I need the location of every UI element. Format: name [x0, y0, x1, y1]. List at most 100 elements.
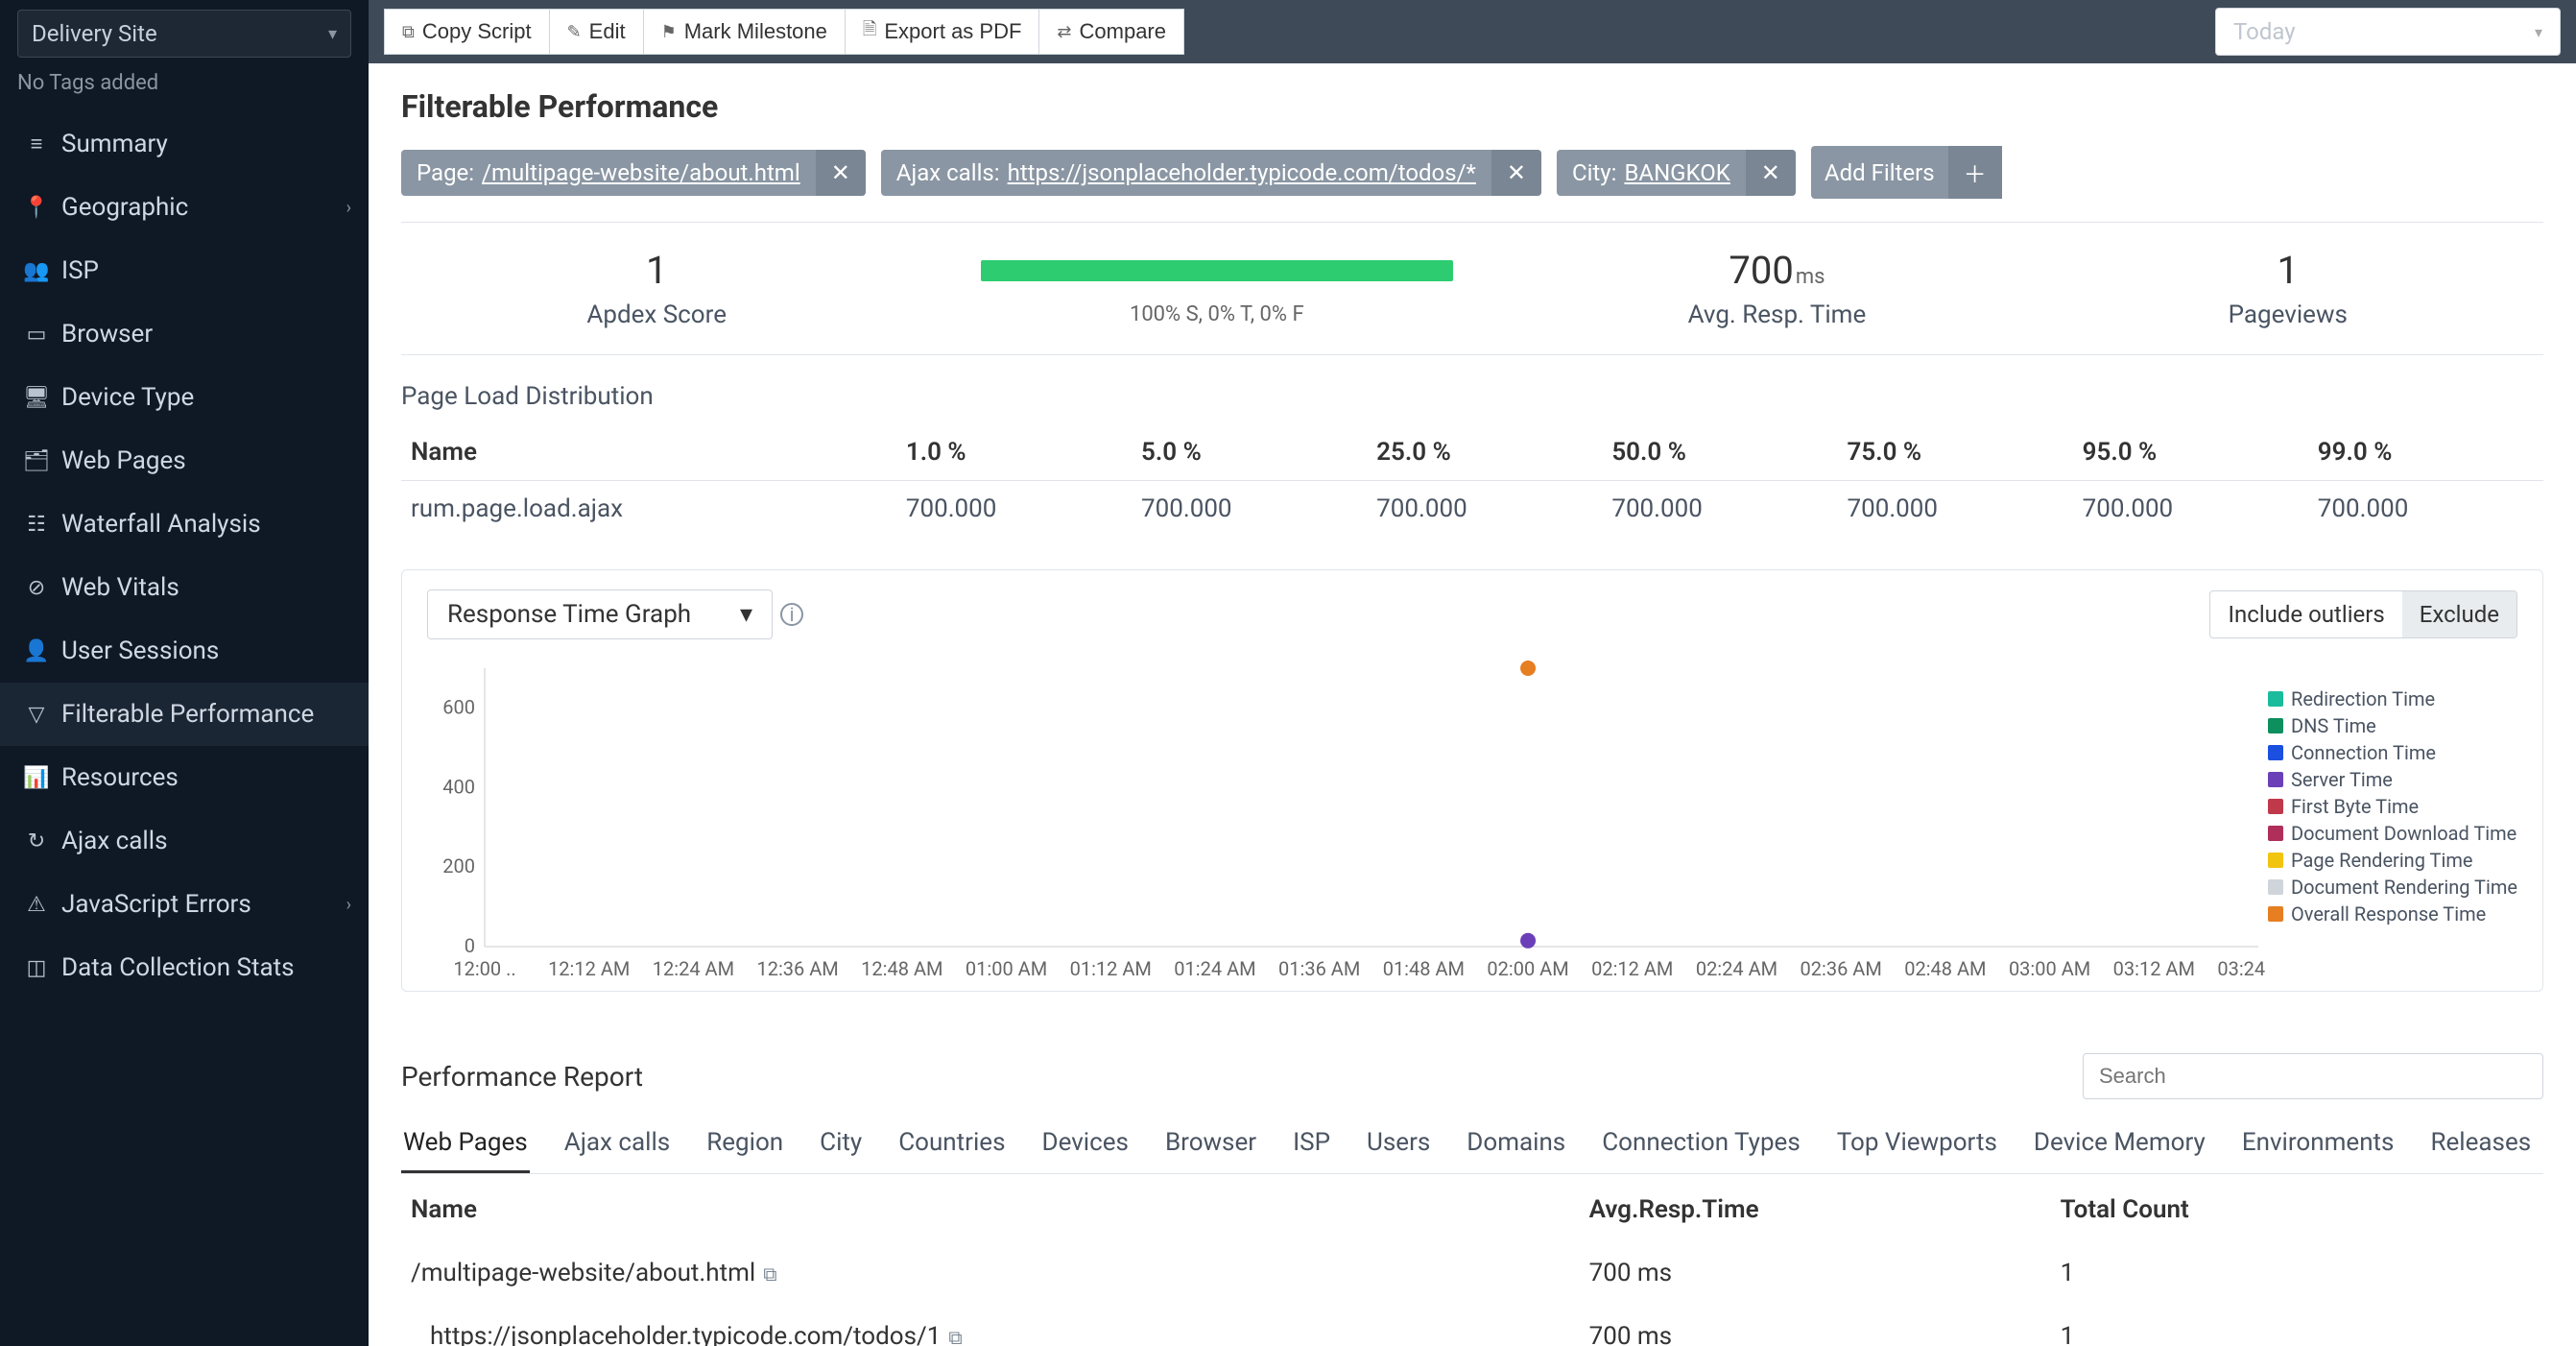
sidebar-icon: 🖥 — [23, 386, 50, 410]
perf-tab-isp[interactable]: ISP — [1291, 1118, 1332, 1173]
legend-item[interactable]: Document Download Time — [2268, 822, 2517, 845]
filter-value[interactable]: https://jsonplaceholder.typicode.com/tod… — [1008, 159, 1476, 186]
graph-type-selector[interactable]: Response Time Graph ▾ — [427, 589, 773, 639]
perf-tab-browser[interactable]: Browser — [1163, 1118, 1258, 1173]
copy-script-button[interactable]: ⧉Copy Script — [384, 9, 550, 55]
sidebar-item-summary[interactable]: ≡Summary — [0, 112, 369, 176]
flag-icon: ⚑ — [661, 22, 677, 42]
filter-value[interactable]: BANGKOK — [1624, 159, 1729, 186]
export-pdf-button[interactable]: 🗎Export as PDF — [846, 9, 1040, 55]
add-filters-button[interactable]: Add Filters＋ — [1811, 146, 2002, 199]
svg-text:03:12 AM: 03:12 AM — [2113, 957, 2195, 980]
perf-tab-region[interactable]: Region — [704, 1118, 785, 1173]
legend-item[interactable]: Document Rendering Time — [2268, 876, 2517, 899]
resp-time-card: 700ms Avg. Resp. Time — [1521, 223, 2032, 354]
filter-chip: Page: /multipage-website/about.html✕ — [401, 150, 866, 196]
sidebar-item-resources[interactable]: 📊 Resources — [0, 746, 369, 809]
sidebar-icon: ◫ — [23, 956, 50, 980]
svg-text:03:00 AM: 03:00 AM — [2009, 957, 2090, 980]
sidebar-item-ajax-calls[interactable]: ↻Ajax calls — [0, 809, 369, 873]
site-selector[interactable]: Delivery Site ▾ — [17, 10, 351, 58]
legend-item[interactable]: Server Time — [2268, 768, 2517, 791]
sidebar-item-filterable-performance[interactable]: ▽ Filterable Performance — [0, 683, 369, 746]
date-range-selector[interactable]: Today ▾ — [2215, 8, 2561, 56]
sidebar-icon: ▭ — [23, 323, 50, 347]
dist-table: Name1.0 %5.0 %25.0 %50.0 %75.0 %95.0 %99… — [401, 424, 2543, 537]
legend-item[interactable]: Page Rendering Time — [2268, 849, 2517, 872]
compare-button[interactable]: ⇄Compare — [1039, 9, 1184, 55]
page-title: Filterable Performance — [369, 63, 2576, 142]
chevron-right-icon: › — [346, 198, 351, 218]
include-outliers-button[interactable]: Include outliers — [2210, 591, 2401, 637]
legend-swatch — [2268, 853, 2283, 868]
perf-tab-top-viewports[interactable]: Top Viewports — [1835, 1118, 1999, 1173]
sidebar-item-data-collection-stats[interactable]: ◫Data Collection Stats — [0, 936, 369, 999]
exclude-outliers-button[interactable]: Exclude — [2402, 591, 2516, 637]
svg-text:01:48 AM: 01:48 AM — [1383, 957, 1465, 980]
chevron-down-icon: ▾ — [328, 24, 337, 44]
compare-icon: ⇄ — [1057, 22, 1071, 42]
sidebar-item-waterfall-analysis[interactable]: ☷Waterfall Analysis — [0, 493, 369, 556]
perf-tab-devices[interactable]: Devices — [1040, 1118, 1131, 1173]
perf-tab-city[interactable]: City — [818, 1118, 864, 1173]
outlier-toggle: Include outliers Exclude — [2209, 590, 2517, 638]
legend-item[interactable]: DNS Time — [2268, 714, 2517, 737]
sidebar-item-label: Web Pages — [61, 446, 186, 475]
external-link-icon[interactable]: ⧉ — [948, 1326, 962, 1346]
sidebar-item-user-sessions[interactable]: 👤User Sessions — [0, 619, 369, 683]
remove-filter-icon[interactable]: ✕ — [1746, 150, 1796, 196]
filter-value[interactable]: /multipage-website/about.html — [482, 159, 800, 186]
sidebar-icon: ☷ — [23, 513, 50, 537]
sidebar-item-label: User Sessions — [61, 637, 219, 665]
legend-item[interactable]: Connection Time — [2268, 741, 2517, 764]
pdf-icon: 🗎 — [863, 17, 876, 46]
perf-search-input[interactable] — [2083, 1053, 2543, 1099]
sidebar-icon: 📊 — [23, 766, 50, 790]
perf-row[interactable]: /multipage-website/about.html⧉700 ms1 — [401, 1241, 2543, 1305]
svg-text:01:24 AM: 01:24 AM — [1174, 957, 1255, 980]
edit-button[interactable]: ✎Edit — [550, 9, 644, 55]
info-icon[interactable]: i — [780, 603, 803, 626]
sidebar-item-isp[interactable]: 👥ISP — [0, 239, 369, 302]
mark-milestone-button[interactable]: ⚑Mark Milestone — [644, 9, 846, 55]
sidebar-icon: ▽ — [23, 703, 50, 727]
perf-tab-device-memory[interactable]: Device Memory — [2032, 1118, 2207, 1173]
chevron-down-icon: ▾ — [740, 600, 752, 629]
perf-tab-environments[interactable]: Environments — [2240, 1118, 2397, 1173]
sidebar-item-javascript-errors[interactable]: ⚠JavaScript Errors› — [0, 873, 369, 936]
sidebar-item-geographic[interactable]: 📍Geographic› — [0, 176, 369, 239]
edit-icon: ✎ — [567, 22, 582, 42]
legend-swatch — [2268, 799, 2283, 814]
legend-item[interactable]: First Byte Time — [2268, 795, 2517, 818]
svg-text:02:24 AM: 02:24 AM — [1696, 957, 1777, 980]
sidebar-item-web-pages[interactable]: 🗂Web Pages — [0, 429, 369, 493]
remove-filter-icon[interactable]: ✕ — [1491, 150, 1541, 196]
legend-item[interactable]: Overall Response Time — [2268, 902, 2517, 925]
perf-tab-domains[interactable]: Domains — [1465, 1118, 1567, 1173]
svg-text:12:24 AM: 12:24 AM — [653, 957, 734, 980]
sidebar-item-label: Resources — [61, 763, 179, 792]
legend-item[interactable]: Redirection Time — [2268, 687, 2517, 710]
external-link-icon[interactable]: ⧉ — [763, 1262, 776, 1286]
filter-chip: Ajax calls: https://jsonplaceholder.typi… — [881, 150, 1541, 196]
perf-tab-releases[interactable]: Releases — [2428, 1118, 2533, 1173]
pageviews-card: 1 Pageviews — [2033, 223, 2543, 354]
perf-table: NameAvg.Resp.TimeTotal Count /multipage-… — [401, 1178, 2543, 1346]
perf-tab-web-pages[interactable]: Web Pages — [401, 1118, 530, 1173]
sidebar-item-label: Filterable Performance — [61, 700, 314, 729]
perf-tab-connection-types[interactable]: Connection Types — [1600, 1118, 1802, 1173]
perf-report-title: Performance Report — [401, 1061, 643, 1093]
perf-tab-countries[interactable]: Countries — [896, 1118, 1007, 1173]
sidebar-item-web-vitals[interactable]: ⊘Web Vitals — [0, 556, 369, 619]
sidebar-item-label: Web Vitals — [61, 573, 179, 602]
perf-tab-users[interactable]: Users — [1365, 1118, 1432, 1173]
sidebar-item-label: Ajax calls — [61, 827, 168, 855]
perf-tab-ajax-calls[interactable]: Ajax calls — [562, 1118, 673, 1173]
sidebar-item-browser[interactable]: ▭Browser — [0, 302, 369, 366]
remove-filter-icon[interactable]: ✕ — [816, 150, 866, 196]
legend-swatch — [2268, 691, 2283, 707]
sidebar-item-device-type[interactable]: 🖥Device Type — [0, 366, 369, 429]
svg-text:600: 600 — [442, 695, 475, 718]
perf-row[interactable]: https://jsonplaceholder.typicode.com/tod… — [401, 1305, 2543, 1346]
legend-swatch — [2268, 745, 2283, 760]
